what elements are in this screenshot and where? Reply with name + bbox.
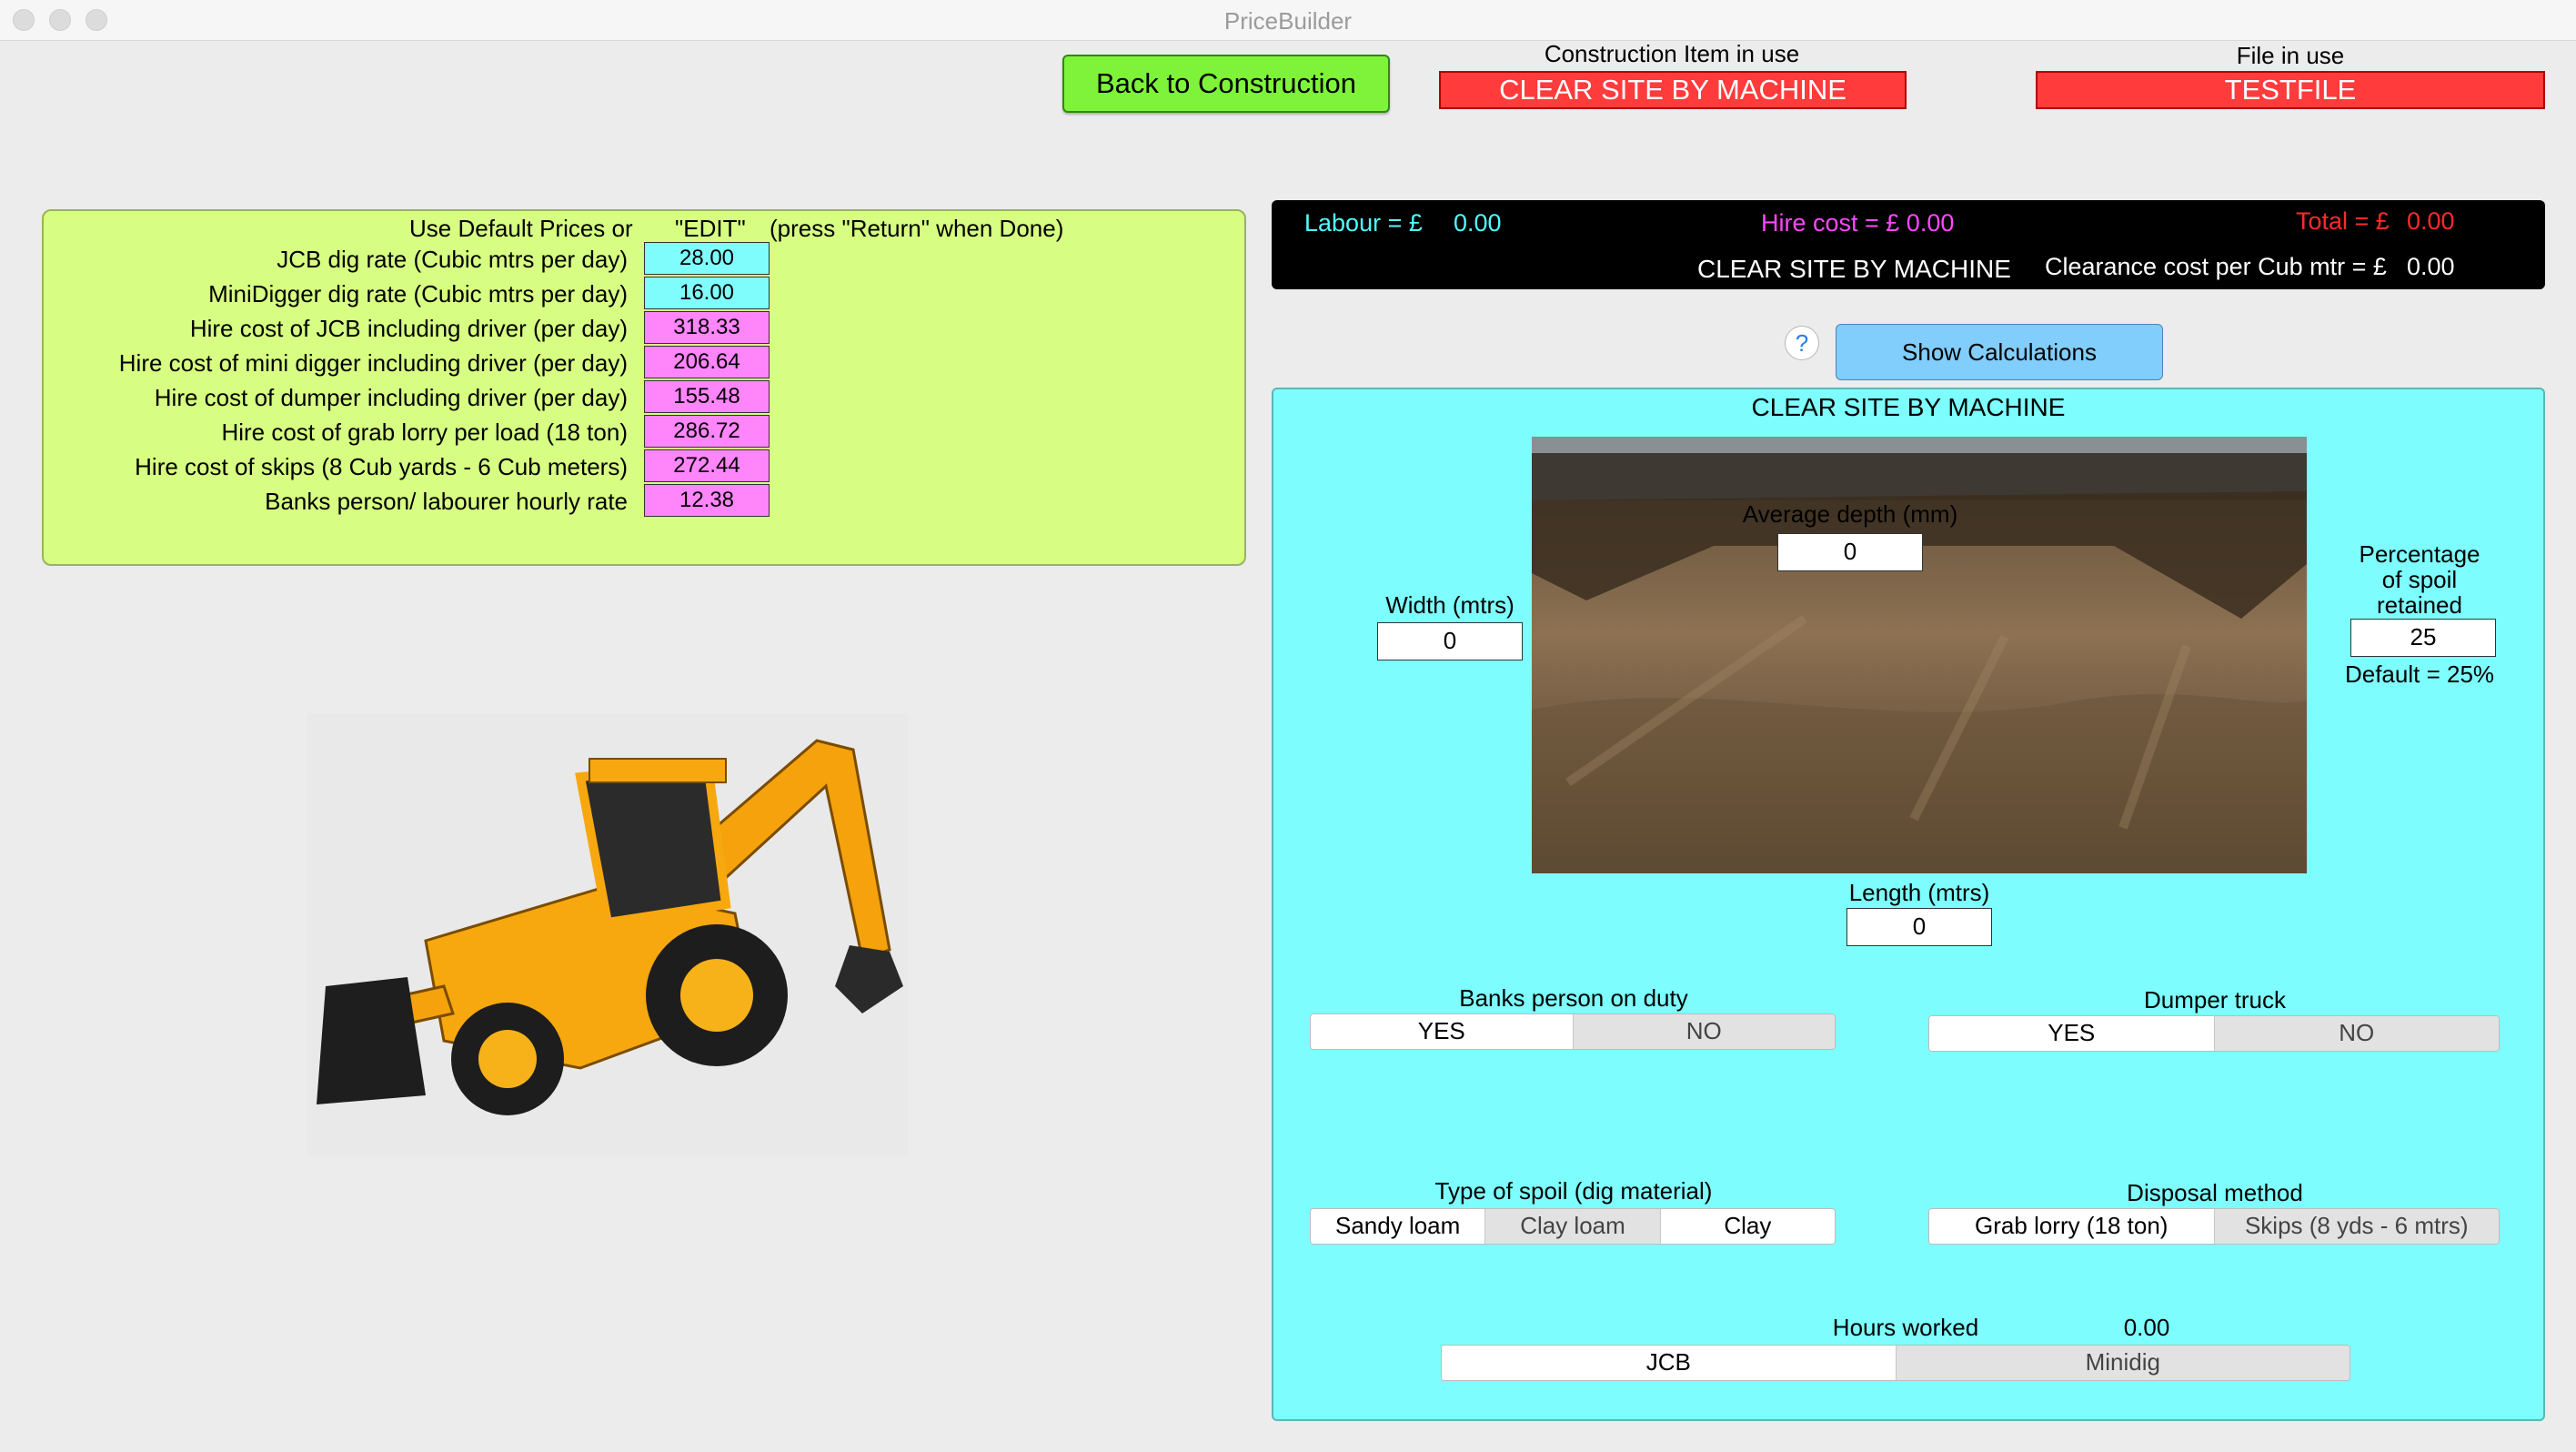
construction-item-value: CLEAR SITE BY MACHINE [1439,71,1907,109]
price-label-dumper-hire: Hire cost of dumper including driver (pe… [154,384,628,411]
labour-label: Labour = £ [1304,209,1423,237]
length-input[interactable]: 0 [1846,908,1992,946]
summary-item-name: CLEAR SITE BY MACHINE [1697,255,2011,283]
percentage-label-line3: retained [2377,591,2462,619]
disposal-method-selector: Grab lorry (18 ton) Skips (8 yds - 6 mtr… [1928,1208,2500,1245]
width-input[interactable]: 0 [1377,622,1523,660]
length-label: Length (mtrs) [1848,879,1990,906]
price-input-minidigger-dig-rate[interactable]: 16.00 [644,277,770,309]
price-label-banks-person: Banks person/ labourer hourly rate [265,488,628,515]
spoil-retained-input[interactable]: 25 [2350,619,2496,657]
machine-selector: JCB Minidig [1441,1345,2350,1381]
banks-person-label: Banks person on duty [1459,984,1688,1012]
price-input-banks-person[interactable]: 12.38 [644,484,770,517]
show-calculations-button[interactable]: Show Calculations [1836,324,2163,380]
hours-worked-value: 0.00 [2123,1314,2170,1341]
hire-cost-value: Hire cost = £ 0.00 [1761,209,1955,237]
price-input-grab-lorry[interactable]: 286.72 [644,415,770,448]
backhoe-loader-icon [317,739,903,1115]
width-label: Width (mtrs) [1385,591,1514,619]
price-label-jcb-hire: Hire cost of JCB including driver (per d… [189,315,628,342]
price-input-skips[interactable]: 272.44 [644,449,770,482]
percentage-default-note: Default = 25% [2344,660,2495,688]
file-in-use-label: File in use [2236,42,2345,69]
machine-option-jcb[interactable]: JCB [1442,1346,1896,1380]
site-panel-title: CLEAR SITE BY MACHINE [1751,393,2066,421]
price-input-dumper-hire[interactable]: 155.48 [644,380,770,413]
prices-header-text: Use Default Prices or [409,215,633,242]
dumper-truck-toggle: YES NO [1928,1015,2500,1052]
price-input-jcb-hire[interactable]: 318.33 [644,311,770,344]
dumper-truck-label: Dumper truck [2143,986,2287,1013]
price-label-minidigger-hire: Hire cost of mini digger including drive… [118,349,628,377]
backhoe-loader-image [307,713,908,1155]
banks-person-yes-option[interactable]: YES [1311,1014,1573,1049]
file-in-use-value: TESTFILE [2036,71,2545,109]
price-label-skips: Hire cost of skips (8 Cub yards - 6 Cub … [135,453,628,480]
average-depth-label: Average depth (mm) [1742,500,1958,528]
price-label-grab-lorry: Hire cost of grab lorry per load (18 ton… [221,418,628,446]
hours-worked-label: Hours worked [1832,1314,1979,1341]
clearance-cost-value: 0.00 [2407,253,2455,280]
clearance-cost-label: Clearance cost per Cub mtr = £ [2045,253,2387,280]
prices-return-hint: (press "Return" when Done) [770,215,1064,242]
price-label-minidigger-dig-rate: MiniDigger dig rate (Cubic mtrs per day) [208,280,628,308]
average-depth-input[interactable]: 0 [1777,533,1923,571]
back-to-construction-button[interactable]: Back to Construction [1062,55,1390,113]
total-label: Total = £ [2296,207,2390,235]
percentage-label-line1: Percentage [2359,540,2480,568]
spoil-type-selector: Sandy loam Clay loam Clay [1310,1208,1836,1245]
price-input-jcb-dig-rate[interactable]: 28.00 [644,242,770,275]
price-input-minidigger-hire[interactable]: 206.64 [644,346,770,378]
percentage-label-line2: of spoil [2381,566,2458,593]
window-title: PriceBuilder [1223,7,1353,35]
disposal-option-grab-lorry[interactable]: Grab lorry (18 ton) [1929,1209,2214,1244]
labour-value: 0.00 [1454,209,1502,237]
machine-option-minidig[interactable]: Minidig [1895,1346,2350,1380]
banks-person-no-option[interactable]: NO [1572,1014,1835,1049]
spoil-type-label: Type of spoil (dig material) [1434,1177,1713,1205]
total-value: 0.00 [2407,207,2455,235]
spoil-option-sandy-loam[interactable]: Sandy loam [1311,1209,1485,1244]
construction-item-label: Construction Item in use [1544,40,1800,67]
spoil-option-clay[interactable]: Clay [1659,1209,1835,1244]
help-icon[interactable]: ? [1785,326,1819,360]
banks-person-toggle: YES NO [1310,1013,1836,1050]
prices-edit-button[interactable]: "EDIT" [675,215,746,243]
price-label-jcb-dig-rate: JCB dig rate (Cubic mtrs per day) [277,246,628,273]
spoil-option-clay-loam[interactable]: Clay loam [1484,1209,1660,1244]
disposal-method-label: Disposal method [2127,1179,2303,1206]
dumper-truck-no-option[interactable]: NO [2213,1016,2499,1051]
dumper-truck-yes-option[interactable]: YES [1929,1016,2214,1051]
disposal-option-skips[interactable]: Skips (8 yds - 6 mtrs) [2213,1209,2499,1244]
